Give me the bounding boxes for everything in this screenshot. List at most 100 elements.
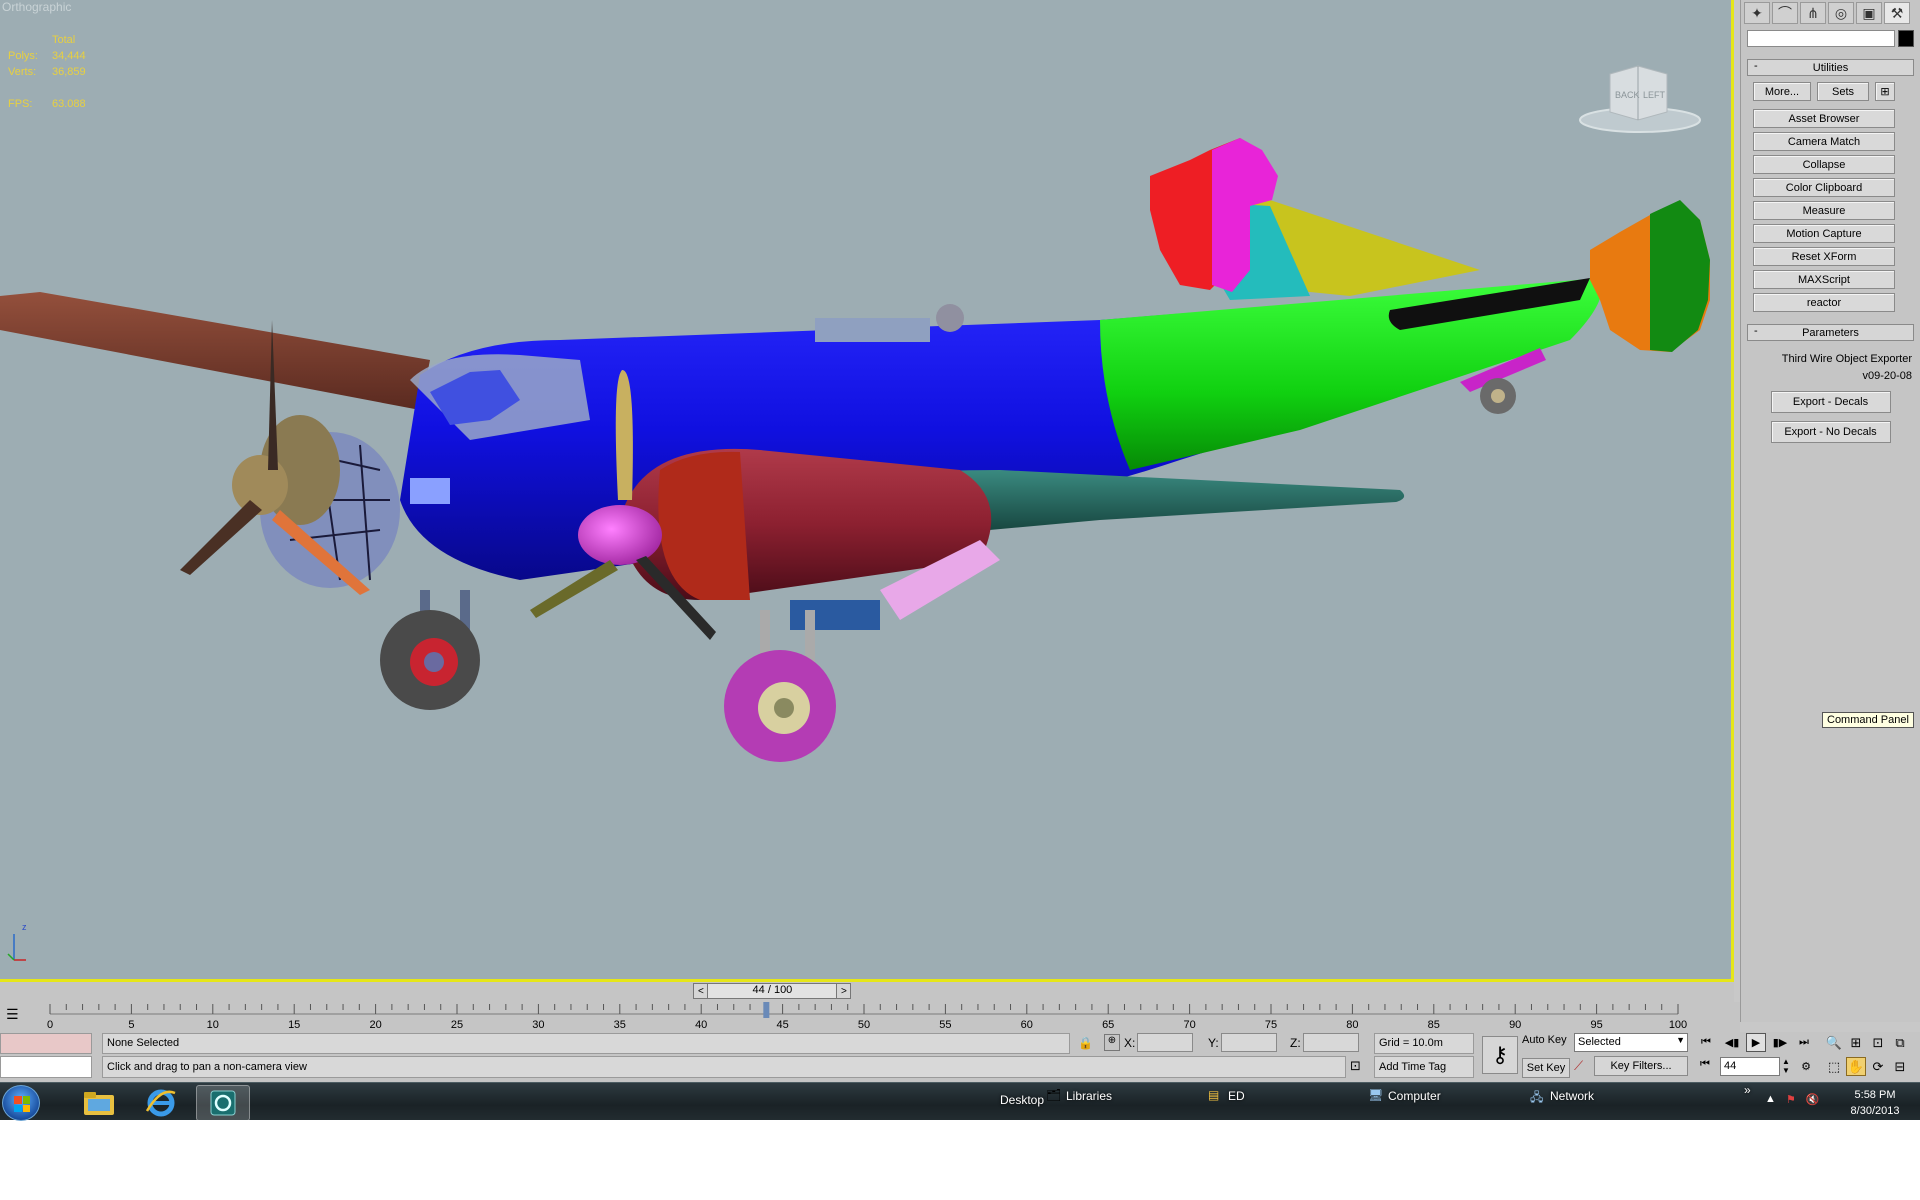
desktop-link-libraries[interactable]: Libraries [1066,1089,1112,1103]
desktop-toolbar-label[interactable]: Desktop [1000,1093,1044,1107]
time-tag-icon[interactable]: ⊡ [1350,1058,1361,1074]
object-name-field[interactable] [1747,30,1896,47]
airplane-model[interactable] [0,0,1734,982]
track-bar[interactable]: ☰ 0 5 10 15 20 25 30 35 40 45 50 55 60 65 70 75 80 85 90 95… [0,1002,1740,1032]
maxscript-listener-mini[interactable] [0,1033,92,1054]
object-color-swatch[interactable] [1898,30,1914,47]
key-selection-dropdown[interactable]: Selected ▼ [1574,1033,1688,1052]
utilities-rollout-header[interactable]: - Utilities [1747,59,1914,76]
next-frame-icon[interactable]: ▮▶ [1770,1033,1790,1052]
reactor-button[interactable]: reactor [1753,293,1895,312]
notification-tray: ▲ ⚑ 🔇 [1765,1093,1819,1106]
timeline-ruler[interactable]: 0 5 10 15 20 25 30 35 40 45 50 55 60 65 70 75 80 85 90 95 10… [0,1002,1740,1032]
viewcube-face-left[interactable]: LEFT [1643,90,1666,100]
orthographic-viewport[interactable]: Orthographic Total Polys: 34,444 Verts: 36… [0,0,1734,982]
exporter-info: Third Wire Object Exporter v09-20-08 [1749,351,1912,385]
desktop-link-ed[interactable]: ED [1228,1089,1245,1103]
maxscript-input-mini[interactable] [0,1056,92,1078]
add-time-tag-button[interactable]: Add Time Tag [1374,1056,1474,1078]
clock-time: 5:58 PM [1854,1089,1896,1101]
far-wing [0,292,430,410]
ruler-tick-label: 5 [128,1019,134,1031]
maximize-viewport-icon[interactable]: ⊟ [1890,1057,1910,1076]
configure-button-sets-icon[interactable]: ⊞ [1875,82,1895,101]
x-coordinate: X: [1124,1033,1194,1052]
desktop-link-computer[interactable]: Computer [1388,1089,1441,1103]
system-clock[interactable]: 5:58 PM 8/30/2013 [1832,1087,1918,1119]
frame-spinner-icon[interactable]: ▲ ▼ [1782,1057,1790,1075]
folder-icon: ▤ [1208,1088,1220,1102]
asset-browser-button[interactable]: Asset Browser [1753,109,1895,128]
motion-capture-button[interactable]: Motion Capture [1753,224,1895,243]
reset-xform-button[interactable]: Reset XForm [1753,247,1895,266]
viewcube[interactable]: BACK LEFT [1575,62,1705,138]
go-to-start-icon[interactable]: ⏮ [1696,1033,1716,1052]
field-of-view-icon[interactable]: ⬚ [1824,1057,1844,1076]
z-coordinate: Z: [1290,1033,1359,1052]
auto-key-button[interactable]: Auto Key [1522,1034,1567,1046]
key-mode-toggle-icon[interactable]: ⏮ [1700,1058,1710,1071]
ruler-tick-label: 90 [1509,1019,1521,1031]
maxscript-button[interactable]: MAXScript [1753,270,1895,289]
time-slider[interactable]: < 44 / 100 > [0,982,1734,1002]
current-frame-field[interactable]: 44 [1720,1057,1780,1076]
command-panel: ✦ ⌒ ⋔ ◎ ▣ ⚒ - Utilities More... Sets ⊞ A… [1740,0,1920,1022]
play-icon[interactable]: ▶ [1746,1033,1766,1052]
more-button[interactable]: More... [1753,82,1811,101]
modify-tab-icon[interactable]: ⌒ [1772,2,1798,24]
action-center-flag-icon[interactable]: ⚑ [1786,1093,1796,1106]
set-keys-key-icon[interactable]: ⚷ [1482,1036,1518,1074]
collapse-button[interactable]: Collapse [1753,155,1895,174]
pan-view-icon[interactable]: ✋ [1846,1057,1866,1076]
zoom-icon[interactable]: 🔍 [1824,1033,1844,1052]
volume-icon[interactable]: 🔇 [1806,1093,1820,1106]
key-mode-icon[interactable]: ⟋ [1574,1058,1583,1074]
current-frame-marker[interactable] [763,1002,770,1018]
key-selection-value: Selected [1578,1036,1621,1048]
utilities-tab-icon[interactable]: ⚒ [1884,2,1910,24]
zoom-all-icon[interactable]: ⊞ [1846,1033,1866,1052]
orbit-icon[interactable]: ⟳ [1868,1057,1888,1076]
camera-match-button[interactable]: Camera Match [1753,132,1895,151]
start-button[interactable] [2,1085,40,1121]
create-tab-icon[interactable]: ✦ [1744,2,1770,24]
internet-explorer-icon [145,1089,176,1117]
time-configuration-icon[interactable]: ⚙ [1796,1057,1816,1076]
z-field[interactable] [1302,1033,1359,1052]
ruler-tick-label: 75 [1265,1019,1277,1031]
zoom-extents-all-icon[interactable]: ⧉ [1890,1033,1910,1052]
taskbar-internet-explorer-app[interactable] [134,1085,188,1121]
ruler-tick-label: 20 [369,1019,381,1031]
key-filters-button[interactable]: Key Filters... [1594,1056,1688,1076]
x-label: X: [1124,1035,1136,1050]
measure-button[interactable]: Measure [1753,201,1895,220]
show-hidden-icons-icon[interactable]: ▲ [1765,1093,1776,1106]
go-to-end-icon[interactable]: ⏭ [1794,1033,1814,1052]
y-field[interactable] [1220,1033,1277,1052]
export-no-decals-button[interactable]: Export - No Decals [1770,421,1891,443]
set-key-button[interactable]: Set Key [1522,1058,1570,1078]
toolbar-chevron[interactable]: » [1744,1083,1751,1097]
taskbar-3dsmax-app[interactable] [196,1085,250,1121]
export-buttons: Export - Decals Export - No Decals [1741,391,1920,443]
color-clipboard-button[interactable]: Color Clipboard [1753,178,1895,197]
time-slider-next-button[interactable]: > [836,983,852,999]
motion-tab-icon[interactable]: ◎ [1828,2,1854,24]
absolute-mode-transform-icon[interactable]: ⊕ [1104,1034,1120,1051]
axis-tripod: z [7,922,27,961]
desktop-link-network[interactable]: Network [1550,1089,1594,1103]
utilities-rollout-title: Utilities [1812,61,1849,74]
taskbar-explorer-app[interactable] [72,1085,126,1121]
time-slider-prev-button[interactable]: < [693,983,709,999]
zoom-extents-icon[interactable]: ⊡ [1868,1033,1888,1052]
previous-frame-icon[interactable]: ◀▮ [1722,1033,1742,1052]
x-field[interactable] [1137,1033,1194,1052]
display-tab-icon[interactable]: ▣ [1856,2,1882,24]
viewcube-face-back[interactable]: BACK [1615,90,1640,100]
sets-button[interactable]: Sets [1817,82,1869,101]
export-decals-button[interactable]: Export - Decals [1770,391,1891,413]
parameters-rollout-header[interactable]: - Parameters [1747,324,1914,341]
selection-lock-icon[interactable]: 🔒 [1078,1036,1093,1050]
left-spinner [232,455,288,515]
hierarchy-tab-icon[interactable]: ⋔ [1800,2,1826,24]
